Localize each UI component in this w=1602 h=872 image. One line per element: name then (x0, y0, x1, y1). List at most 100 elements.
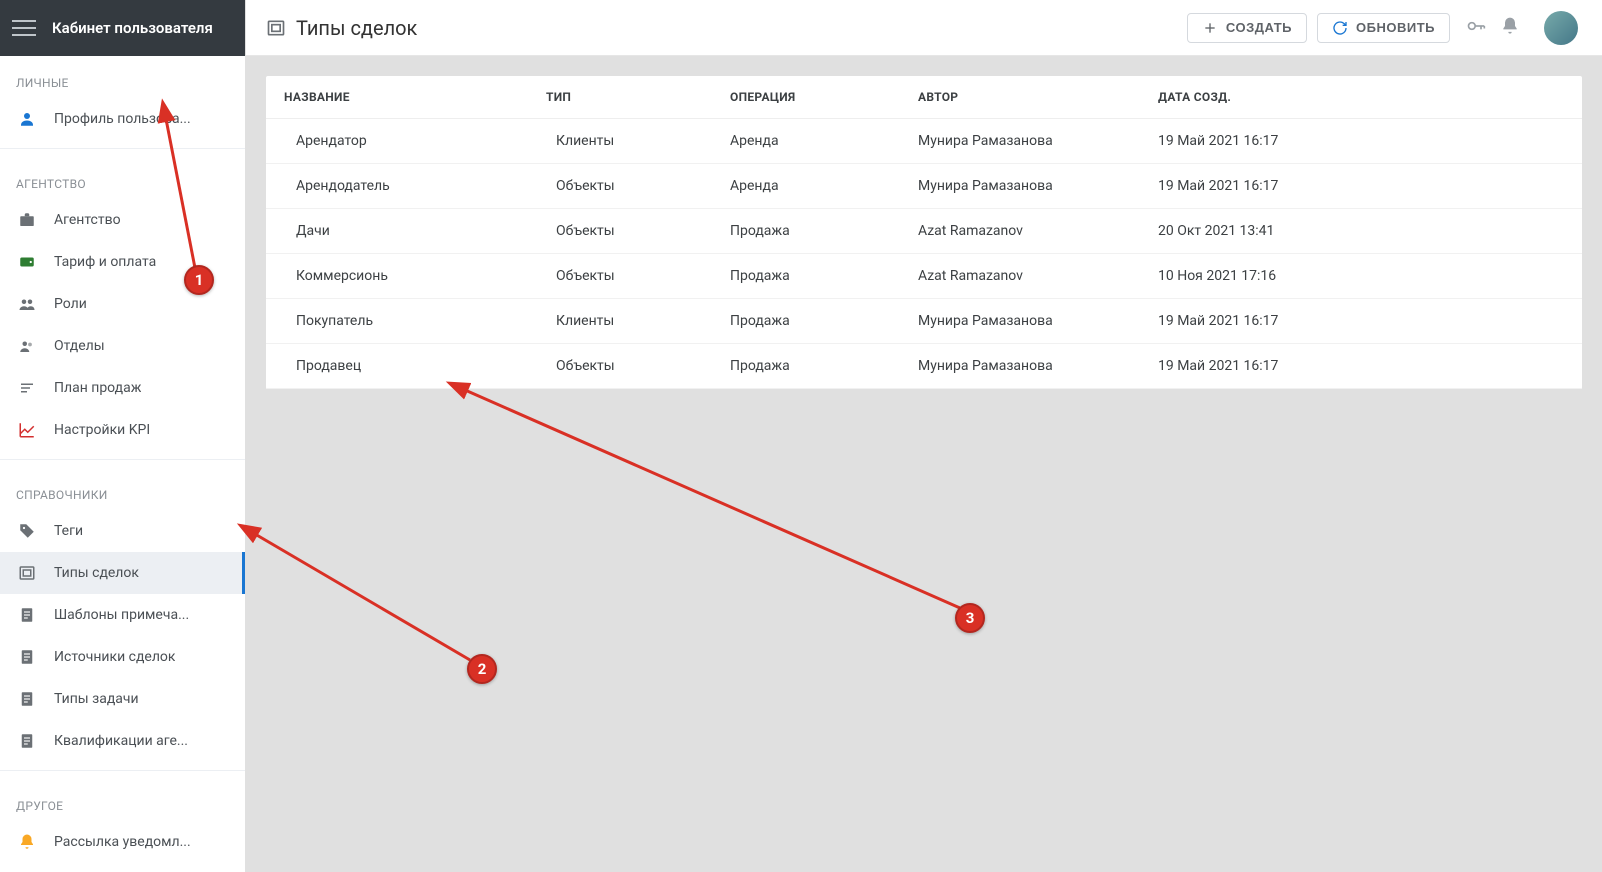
table-header: НАЗВАНИЕ ТИП ОПЕРАЦИЯ АВТОР ДАТА СОЗД. (266, 76, 1582, 119)
annotation-marker-3: 3 (955, 603, 985, 633)
sidebar-item-notifications[interactable]: Рассылка уведомл... (0, 821, 245, 863)
sidebar-item-label: Тариф и оплата (54, 254, 156, 270)
row-author: Мунира Рамазанова (918, 358, 1158, 374)
row-name: Продавец (296, 358, 361, 374)
sidebar-item-label: План продаж (54, 380, 141, 396)
sidebar-title: Кабинет пользователя (52, 19, 213, 37)
row-author: Мунира Рамазанова (918, 133, 1158, 149)
content: НАЗВАНИЕ ТИП ОПЕРАЦИЯ АВТОР ДАТА СОЗД. А… (246, 56, 1602, 409)
col-type: ТИП (546, 90, 730, 104)
sidebar-item-note-templates[interactable]: Шаблоны примеча... (0, 594, 245, 636)
row-name: Коммерсионь (296, 268, 388, 284)
create-label: СОЗДАТЬ (1226, 20, 1292, 35)
refresh-label: ОБНОВИТЬ (1356, 20, 1435, 35)
plan-icon (16, 377, 38, 399)
row-operation: Продажа (730, 268, 918, 284)
sidebar-item-label: Квалификации аге... (54, 733, 188, 749)
col-author: АВТОР (918, 90, 1158, 104)
topbar: Типы сделок СОЗДАТЬ ОБНОВИТЬ (246, 0, 1602, 56)
doc-icon (16, 688, 38, 710)
row-operation: Аренда (730, 178, 918, 194)
sidebar-item-label: Агентство (54, 212, 121, 228)
row-type: Клиенты (556, 133, 614, 149)
sidebar-item-agent-qualifications[interactable]: Квалификации аге... (0, 720, 245, 762)
table-row[interactable]: ДачиОбъектыПродажаAzat Ramazanov20 Окт 2… (266, 209, 1582, 254)
sidebar-item-profile[interactable]: Профиль пользова... (0, 98, 245, 140)
row-type: Объекты (556, 268, 615, 284)
briefcase-icon (16, 209, 38, 231)
doc-icon (16, 730, 38, 752)
row-author: Мунира Рамазанова (918, 313, 1158, 329)
people-icon (16, 335, 38, 357)
menu-icon[interactable] (12, 16, 36, 40)
sidebar-item-label: Типы сделок (54, 565, 139, 581)
chart-icon (16, 419, 38, 441)
col-operation: ОПЕРАЦИЯ (730, 90, 918, 104)
row-type: Объекты (556, 178, 615, 194)
sidebar-item-deal-types[interactable]: Типы сделок (0, 552, 245, 594)
deal-icon (266, 18, 286, 38)
tag-icon (16, 520, 38, 542)
row-created: 19 Май 2021 16:17 (1158, 178, 1582, 194)
sidebar-item-task-types[interactable]: Типы задачи (0, 678, 245, 720)
row-operation: Продажа (730, 358, 918, 374)
row-type: Объекты (556, 223, 615, 239)
sidebar-item-label: Источники сделок (54, 649, 175, 665)
row-type: Объекты (556, 358, 615, 374)
sidebar-header: Кабинет пользователя (0, 0, 245, 56)
create-button[interactable]: СОЗДАТЬ (1187, 13, 1307, 43)
key-icon[interactable] (1466, 16, 1486, 40)
group-icon (16, 293, 38, 315)
sidebar-item-label: Шаблоны примеча... (54, 607, 189, 623)
bell-icon[interactable] (1500, 16, 1520, 40)
page-title: Типы сделок (296, 16, 417, 40)
person-icon (16, 108, 38, 130)
row-author: Azat Ramazanov (918, 268, 1158, 284)
row-operation: Продажа (730, 313, 918, 329)
sidebar: Кабинет пользователя ЛИЧНЫЕПрофиль польз… (0, 0, 246, 872)
sidebar-item-label: Настройки KPI (54, 422, 150, 438)
sidebar-item-agency[interactable]: Агентство (0, 199, 245, 241)
sidebar-item-kpi[interactable]: Настройки KPI (0, 409, 245, 451)
sidebar-item-tags[interactable]: Теги (0, 510, 245, 552)
table-row[interactable]: Продавец Объекты ПродажаМунира Рамазанова1… (266, 344, 1582, 389)
row-operation: Аренда (730, 133, 918, 149)
avatar[interactable] (1544, 11, 1578, 45)
doc-icon (16, 646, 38, 668)
sidebar-item-sales-plan[interactable]: План продаж (0, 367, 245, 409)
sidebar-item-label: Теги (54, 523, 83, 539)
row-author: Мунира Рамазанова (918, 178, 1158, 194)
sidebar-item-label: Рассылка уведомл... (54, 834, 191, 850)
table-row[interactable]: Покупатель Клиенты ПродажаМунира Рамазанов… (266, 299, 1582, 344)
row-created: 10 Ноя 2021 17:16 (1158, 268, 1582, 284)
sidebar-item-label: Роли (54, 296, 87, 312)
row-name: Покупатель (296, 313, 373, 329)
row-created: 19 Май 2021 16:17 (1158, 133, 1582, 149)
row-operation: Продажа (730, 223, 918, 239)
main: Типы сделок СОЗДАТЬ ОБНОВИТЬ НАЗВАНИЕ ТИ… (246, 0, 1602, 872)
sidebar-item-deal-sources[interactable]: Источники сделок (0, 636, 245, 678)
wallet-icon (16, 251, 38, 273)
bell-icon (16, 831, 38, 853)
annotation-marker-2: 2 (467, 654, 497, 684)
row-created: 19 Май 2021 16:17 (1158, 358, 1582, 374)
row-type: Клиенты (556, 313, 614, 329)
row-name: Дачи (296, 223, 330, 239)
sidebar-item-label: Типы задачи (54, 691, 139, 707)
sidebar-item-departments[interactable]: Отделы (0, 325, 245, 367)
deal-types-table: НАЗВАНИЕ ТИП ОПЕРАЦИЯ АВТОР ДАТА СОЗД. А… (266, 76, 1582, 389)
sidebar-item-label: Профиль пользова... (54, 111, 191, 127)
table-row[interactable]: Коммерсионь Объекты ПродажаAzat Ramazanov1… (266, 254, 1582, 299)
row-created: 20 Окт 2021 13:41 (1158, 223, 1582, 239)
sidebar-item-label: Отделы (54, 338, 105, 354)
row-name: Арендатор (296, 133, 367, 149)
refresh-button[interactable]: ОБНОВИТЬ (1317, 13, 1450, 43)
annotation-marker-1: 1 (184, 265, 214, 295)
section-label: АГЕНТСТВО (0, 157, 245, 199)
section-label: ДРУГОЕ (0, 779, 245, 821)
deal-icon (16, 562, 38, 584)
row-name: Арендодатель (296, 178, 390, 194)
table-row[interactable]: Арендатор Клиенты АрендаМунира Рамазанова1… (266, 119, 1582, 164)
table-row[interactable]: Арендодатель Объекты АрендаМунира Рамазано… (266, 164, 1582, 209)
row-created: 19 Май 2021 16:17 (1158, 313, 1582, 329)
